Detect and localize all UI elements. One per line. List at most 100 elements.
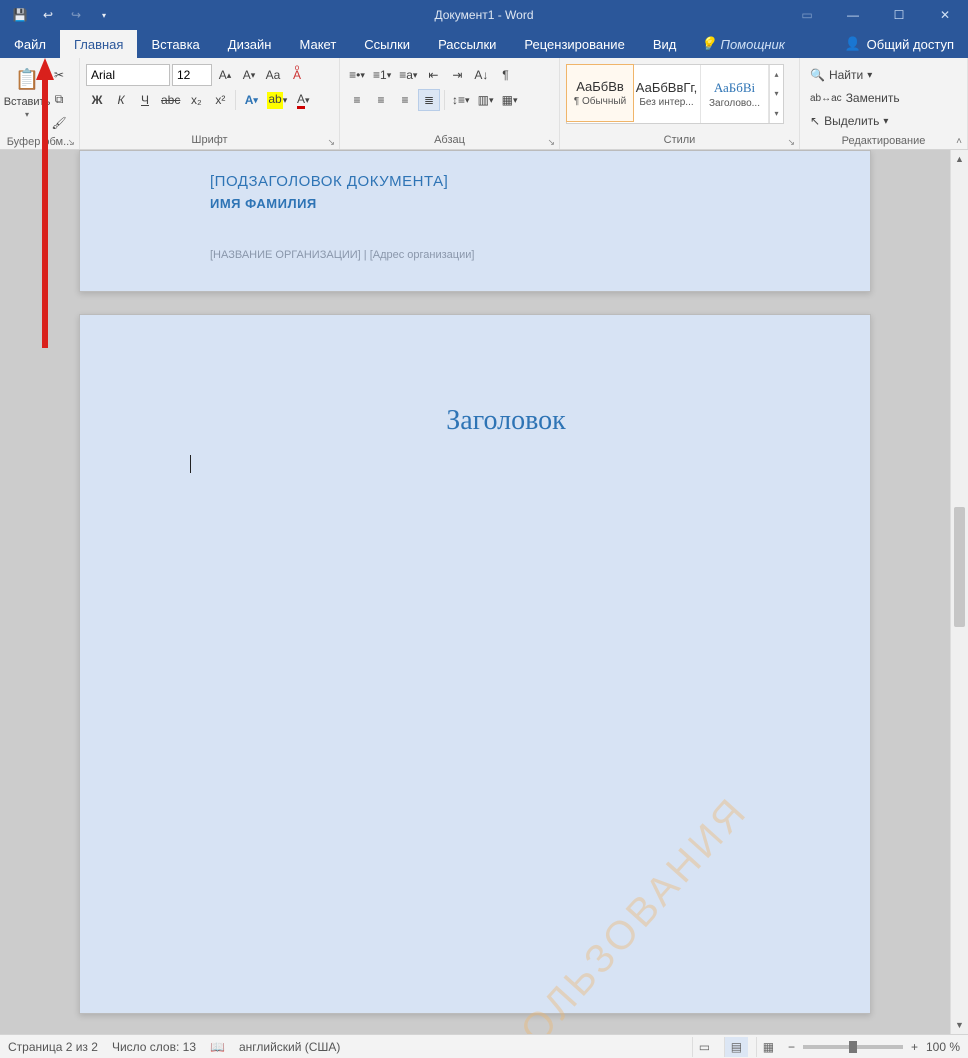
doc-author[interactable]: ИМЯ ФАМИЛИЯ bbox=[210, 196, 822, 211]
bullets-icon[interactable]: ≡•▾ bbox=[346, 64, 368, 86]
align-left-icon[interactable]: ≡ bbox=[346, 89, 368, 111]
find-button[interactable]: 🔍Найти▾ bbox=[806, 64, 876, 86]
scrollbar-track[interactable] bbox=[951, 168, 968, 1016]
ribbon-display-icon[interactable]: ▭ bbox=[784, 0, 830, 30]
styles-gallery[interactable]: АаБбВв ¶ Обычный АаБбВвГг, Без интер... … bbox=[566, 64, 784, 124]
bulb-icon: 💡 bbox=[700, 36, 716, 52]
superscript-button[interactable]: x² bbox=[209, 89, 231, 111]
bold-button[interactable]: Ж bbox=[86, 89, 108, 111]
font-launcher-icon[interactable]: ↘ bbox=[327, 137, 335, 148]
share-button[interactable]: 👤 Общий доступ bbox=[830, 30, 968, 58]
style-heading1[interactable]: АаБбВі Заголово... bbox=[701, 65, 769, 123]
styles-gallery-more[interactable]: ▴ ▾ ▾ bbox=[769, 65, 783, 123]
paste-button[interactable]: 📋 Вставить ▾ bbox=[6, 60, 48, 119]
group-font: A▴ A▾ Aa Aͦ Ж К Ч abc x₂ x² A▾ ab▾ A▾ Шр… bbox=[80, 58, 340, 149]
multilevel-icon[interactable]: ≡a▾ bbox=[396, 64, 420, 86]
share-label: Общий доступ bbox=[867, 37, 954, 52]
doc-subtitle[interactable]: [ПОДЗАГОЛОВОК ДОКУМЕНТА] bbox=[210, 173, 822, 190]
zoom-slider[interactable] bbox=[803, 1045, 903, 1049]
text-effects-icon[interactable]: A▾ bbox=[240, 89, 262, 111]
tab-design[interactable]: Дизайн bbox=[214, 30, 286, 58]
tab-insert[interactable]: Вставка bbox=[137, 30, 213, 58]
vertical-scrollbar[interactable]: ▲ ▼ bbox=[950, 150, 968, 1034]
gallery-down-icon[interactable]: ▾ bbox=[770, 84, 783, 103]
read-mode-icon[interactable]: ▭ bbox=[692, 1037, 716, 1057]
document-area: [ПОДЗАГОЛОВОК ДОКУМЕНТА] ИМЯ ФАМИЛИЯ [НА… bbox=[0, 150, 968, 1034]
status-language[interactable]: английский (США) bbox=[239, 1040, 340, 1054]
italic-button[interactable]: К bbox=[110, 89, 132, 111]
strike-button[interactable]: abc bbox=[158, 89, 183, 111]
tell-me[interactable]: 💡 Помощник bbox=[690, 30, 795, 58]
highlight-icon[interactable]: ab▾ bbox=[264, 89, 290, 111]
doc-title[interactable]: Заголовок bbox=[190, 405, 822, 437]
font-label: Шрифт bbox=[191, 134, 227, 146]
scrollbar-thumb[interactable] bbox=[954, 507, 965, 627]
increase-indent-icon[interactable]: ⇥ bbox=[446, 64, 468, 86]
justify-icon[interactable]: ≣ bbox=[418, 89, 440, 111]
tab-file[interactable]: Файл bbox=[0, 30, 60, 58]
font-size-input[interactable] bbox=[172, 64, 212, 86]
tab-mailings[interactable]: Рассылки bbox=[424, 30, 510, 58]
underline-button[interactable]: Ч bbox=[134, 89, 156, 111]
styles-launcher-icon[interactable]: ↘ bbox=[787, 137, 795, 148]
sort-icon[interactable]: A↓ bbox=[470, 64, 492, 86]
maximize-icon[interactable]: ☐ bbox=[876, 0, 922, 30]
page-2[interactable]: Заголовок ГО ПОЛЬЗОВАНИЯ bbox=[79, 314, 871, 1014]
qat-more-icon[interactable]: ▾ bbox=[92, 3, 116, 27]
undo-icon[interactable]: ↩ bbox=[36, 3, 60, 27]
tab-review[interactable]: Рецензирование bbox=[510, 30, 638, 58]
font-color-icon[interactable]: A▾ bbox=[292, 89, 314, 111]
document-scroll[interactable]: [ПОДЗАГОЛОВОК ДОКУМЕНТА] ИМЯ ФАМИЛИЯ [НА… bbox=[0, 150, 950, 1034]
paragraph-launcher-icon[interactable]: ↘ bbox=[547, 137, 555, 148]
numbering-icon[interactable]: ≡1▾ bbox=[370, 64, 394, 86]
status-words[interactable]: Число слов: 13 bbox=[112, 1040, 196, 1054]
clipboard-launcher-icon[interactable]: ↘ bbox=[67, 137, 75, 148]
proofing-icon[interactable]: 📖 bbox=[210, 1040, 225, 1054]
scroll-up-icon[interactable]: ▲ bbox=[951, 150, 968, 168]
line-spacing-icon[interactable]: ↕≡▾ bbox=[449, 89, 473, 111]
align-center-icon[interactable]: ≡ bbox=[370, 89, 392, 111]
change-case-icon[interactable]: Aa bbox=[262, 64, 284, 86]
close-icon[interactable]: ✕ bbox=[922, 0, 968, 30]
tab-references[interactable]: Ссылки bbox=[350, 30, 424, 58]
zoom-in-icon[interactable]: + bbox=[911, 1040, 918, 1054]
replace-button[interactable]: ab↔acЗаменить bbox=[806, 87, 904, 109]
zoom-out-icon[interactable]: − bbox=[788, 1040, 795, 1054]
align-right-icon[interactable]: ≡ bbox=[394, 89, 416, 111]
web-layout-icon[interactable]: ▦ bbox=[756, 1037, 780, 1057]
shrink-font-icon[interactable]: A▾ bbox=[238, 64, 260, 86]
shading-icon[interactable]: ▥▾ bbox=[475, 89, 497, 111]
title-bar: 💾 ↩ ↪ ▾ Документ1 - Word ▭ — ☐ ✕ bbox=[0, 0, 968, 30]
clear-format-icon[interactable]: Aͦ bbox=[286, 64, 308, 86]
quick-access-toolbar: 💾 ↩ ↪ ▾ bbox=[0, 3, 116, 27]
borders-icon[interactable]: ▦▾ bbox=[499, 89, 521, 111]
collapse-ribbon-icon[interactable]: ˄ bbox=[956, 136, 962, 147]
format-painter-icon[interactable]: 🖌 bbox=[48, 112, 70, 134]
font-name-input[interactable] bbox=[86, 64, 170, 86]
scroll-down-icon[interactable]: ▼ bbox=[951, 1016, 968, 1034]
cut-icon[interactable]: ✂ bbox=[48, 64, 70, 86]
tab-home[interactable]: Главная bbox=[60, 30, 137, 58]
minimize-icon[interactable]: — bbox=[830, 0, 876, 30]
doc-footer[interactable]: [НАЗВАНИЕ ОРГАНИЗАЦИИ] | [Адрес организа… bbox=[210, 249, 474, 261]
print-layout-icon[interactable]: ▤ bbox=[724, 1037, 748, 1057]
tab-layout[interactable]: Макет bbox=[285, 30, 350, 58]
subscript-button[interactable]: x₂ bbox=[185, 89, 207, 111]
decrease-indent-icon[interactable]: ⇤ bbox=[422, 64, 444, 86]
show-marks-icon[interactable]: ¶ bbox=[494, 64, 516, 86]
grow-font-icon[interactable]: A▴ bbox=[214, 64, 236, 86]
zoom-level[interactable]: 100 % bbox=[926, 1040, 960, 1054]
paste-label: Вставить bbox=[4, 96, 51, 108]
redo-icon[interactable]: ↪ bbox=[64, 3, 88, 27]
tab-view[interactable]: Вид bbox=[639, 30, 691, 58]
select-button[interactable]: ↖Выделить▾ bbox=[806, 110, 892, 132]
zoom-thumb[interactable] bbox=[849, 1041, 857, 1053]
copy-icon[interactable]: ⧉ bbox=[48, 88, 70, 110]
style-normal[interactable]: АаБбВв ¶ Обычный bbox=[566, 64, 634, 122]
gallery-up-icon[interactable]: ▴ bbox=[770, 65, 783, 84]
style-no-spacing[interactable]: АаБбВвГг, Без интер... bbox=[633, 65, 701, 123]
gallery-expand-icon[interactable]: ▾ bbox=[770, 104, 783, 123]
page-1[interactable]: [ПОДЗАГОЛОВОК ДОКУМЕНТА] ИМЯ ФАМИЛИЯ [НА… bbox=[79, 150, 871, 292]
status-page[interactable]: Страница 2 из 2 bbox=[8, 1040, 98, 1054]
save-icon[interactable]: 💾 bbox=[8, 3, 32, 27]
